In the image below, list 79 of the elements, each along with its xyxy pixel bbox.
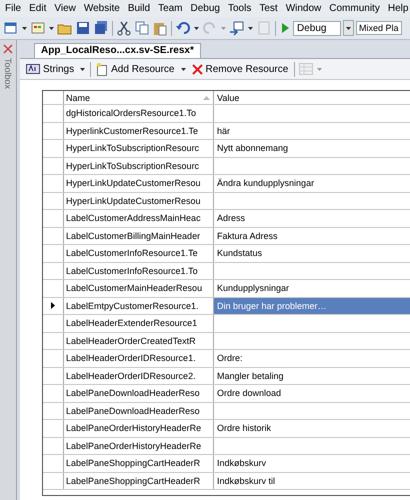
table-cell[interactable]: LabelPaneShoppingCartHeaderR <box>66 458 200 468</box>
table-cell[interactable]: här <box>217 126 230 136</box>
remove-resource-button[interactable]: Remove Resource <box>190 62 290 76</box>
delete-icon <box>192 64 202 74</box>
cut-icon[interactable] <box>116 20 132 36</box>
dropdown-icon[interactable] <box>343 20 354 36</box>
dropdown-icon[interactable] <box>248 26 253 30</box>
menu-item[interactable]: Debug <box>190 3 220 14</box>
table-cell[interactable]: LabelPaneOrderHistoryHeaderRe <box>66 440 202 451</box>
table-cell[interactable]: LabelHeaderOrderIDResource2. <box>66 370 196 381</box>
column-header[interactable]: Value <box>214 91 410 104</box>
navigate-icon[interactable] <box>229 20 245 36</box>
text-icon <box>26 64 40 74</box>
table-cell[interactable]: HyperlinkCustomerResource1.Te <box>66 126 198 136</box>
document-tab[interactable]: App_LocalReso...cx.sv-SE.resx* <box>34 43 201 58</box>
toolbox-label[interactable]: Toolbox <box>3 58 13 90</box>
platform-dropdown[interactable]: Mixed Pla <box>356 21 402 35</box>
dropdown-icon[interactable] <box>80 68 86 70</box>
configuration-dropdown[interactable]: Debug <box>293 20 341 36</box>
menu-item[interactable]: View <box>54 3 76 14</box>
menu-item[interactable]: Help <box>388 3 408 14</box>
save-all-icon[interactable] <box>93 20 109 36</box>
table-cell[interactable]: LabelCustomerMainHeaderResou <box>66 283 202 294</box>
menu-item[interactable]: Test <box>259 3 278 14</box>
table-cell[interactable]: Kundstatus <box>217 248 262 258</box>
table-cell[interactable]: LabelPaneDownloadHeaderReso <box>66 406 200 416</box>
table-cell[interactable]: LabelHeaderExtenderResource1 <box>66 318 198 328</box>
menu-item[interactable]: File <box>5 3 22 14</box>
play-icon[interactable] <box>279 20 291 36</box>
table-cell[interactable]: LabelPaneShoppingCartHeaderR <box>66 476 200 486</box>
strings-button[interactable]: Strings <box>24 62 76 76</box>
table-cell[interactable]: LabelCustomerInfoResource1.Te <box>66 248 198 258</box>
dropdown-icon[interactable] <box>194 26 199 30</box>
table-cell[interactable]: HyperLinkToSubscriptionResourc <box>66 160 200 171</box>
add-resource-button[interactable]: Add Resource <box>95 62 176 76</box>
tools-icon <box>2 43 14 55</box>
table-cell[interactable]: LabelPaneOrderHistoryHeaderRe <box>66 423 202 434</box>
menu-item[interactable]: Edit <box>29 3 46 14</box>
save-icon[interactable] <box>75 20 91 36</box>
menu-item[interactable]: Window <box>286 3 322 14</box>
dropdown-icon[interactable] <box>180 68 186 70</box>
sort-icon <box>203 96 210 100</box>
table-cell[interactable]: HyperLinkToSubscriptionResourc <box>66 143 200 154</box>
undo-icon[interactable] <box>175 20 191 36</box>
new-project-icon[interactable] <box>3 20 19 36</box>
table-cell[interactable]: Nytt abonnemang <box>217 143 288 154</box>
table-cell[interactable]: Mangler betaling <box>217 370 284 381</box>
table-cell[interactable]: Ändra kundupplysningar <box>217 178 314 188</box>
paste-icon[interactable] <box>152 20 168 36</box>
menu-item[interactable]: Tools <box>228 3 252 14</box>
table-cell[interactable]: LabelCustomerBillingMainHeader <box>66 230 200 241</box>
table-cell[interactable]: LabelPaneDownloadHeaderReso <box>66 388 200 398</box>
toolbox-panel[interactable]: Toolbox <box>0 40 17 500</box>
copy-icon[interactable] <box>134 20 150 36</box>
table-cell[interactable]: Kundupplysningar <box>217 283 290 294</box>
dropdown-icon[interactable] <box>22 26 27 30</box>
menu-item[interactable]: Community <box>329 3 380 14</box>
table-cell[interactable]: LabelHeaderOrderIDResource1. <box>66 353 196 364</box>
table-cell[interactable]: Adress <box>217 213 246 224</box>
table-cell[interactable]: Indkøbskurv til <box>217 476 276 486</box>
menu-item[interactable]: Website <box>84 3 120 14</box>
table-cell[interactable]: HyperLinkUpdateCustomerResou <box>66 178 201 188</box>
table-cell[interactable]: dgHistoricalOrdersResource1.To <box>66 108 196 118</box>
table-cell[interactable]: Indkøbskurv <box>217 458 266 468</box>
table-cell[interactable]: Ordre: <box>217 353 243 364</box>
add-item-icon[interactable] <box>30 20 46 36</box>
current-row-icon <box>51 302 55 310</box>
table-cell[interactable]: Ordre historik <box>217 423 272 434</box>
table-cell[interactable]: HyperLinkUpdateCustomerResou <box>66 196 201 206</box>
menu-item[interactable]: Team <box>158 3 183 14</box>
table-cell[interactable]: LabelCustomerInfoResource1.To <box>66 266 198 276</box>
table-cell[interactable]: LabelHeaderOrderCreatedTextR <box>66 336 196 346</box>
dropdown-icon[interactable] <box>49 26 54 30</box>
new-document-icon <box>97 62 108 76</box>
table-cell[interactable]: LabelCustomerAddressMainHeac <box>66 213 201 224</box>
table-cell[interactable]: Ordre download <box>217 388 282 398</box>
table-cell[interactable]: Faktura Adress <box>217 230 278 241</box>
menu-item[interactable]: Build <box>128 3 150 14</box>
table-cell[interactable]: LabelEmtpyCustomerResource1. <box>66 300 199 311</box>
